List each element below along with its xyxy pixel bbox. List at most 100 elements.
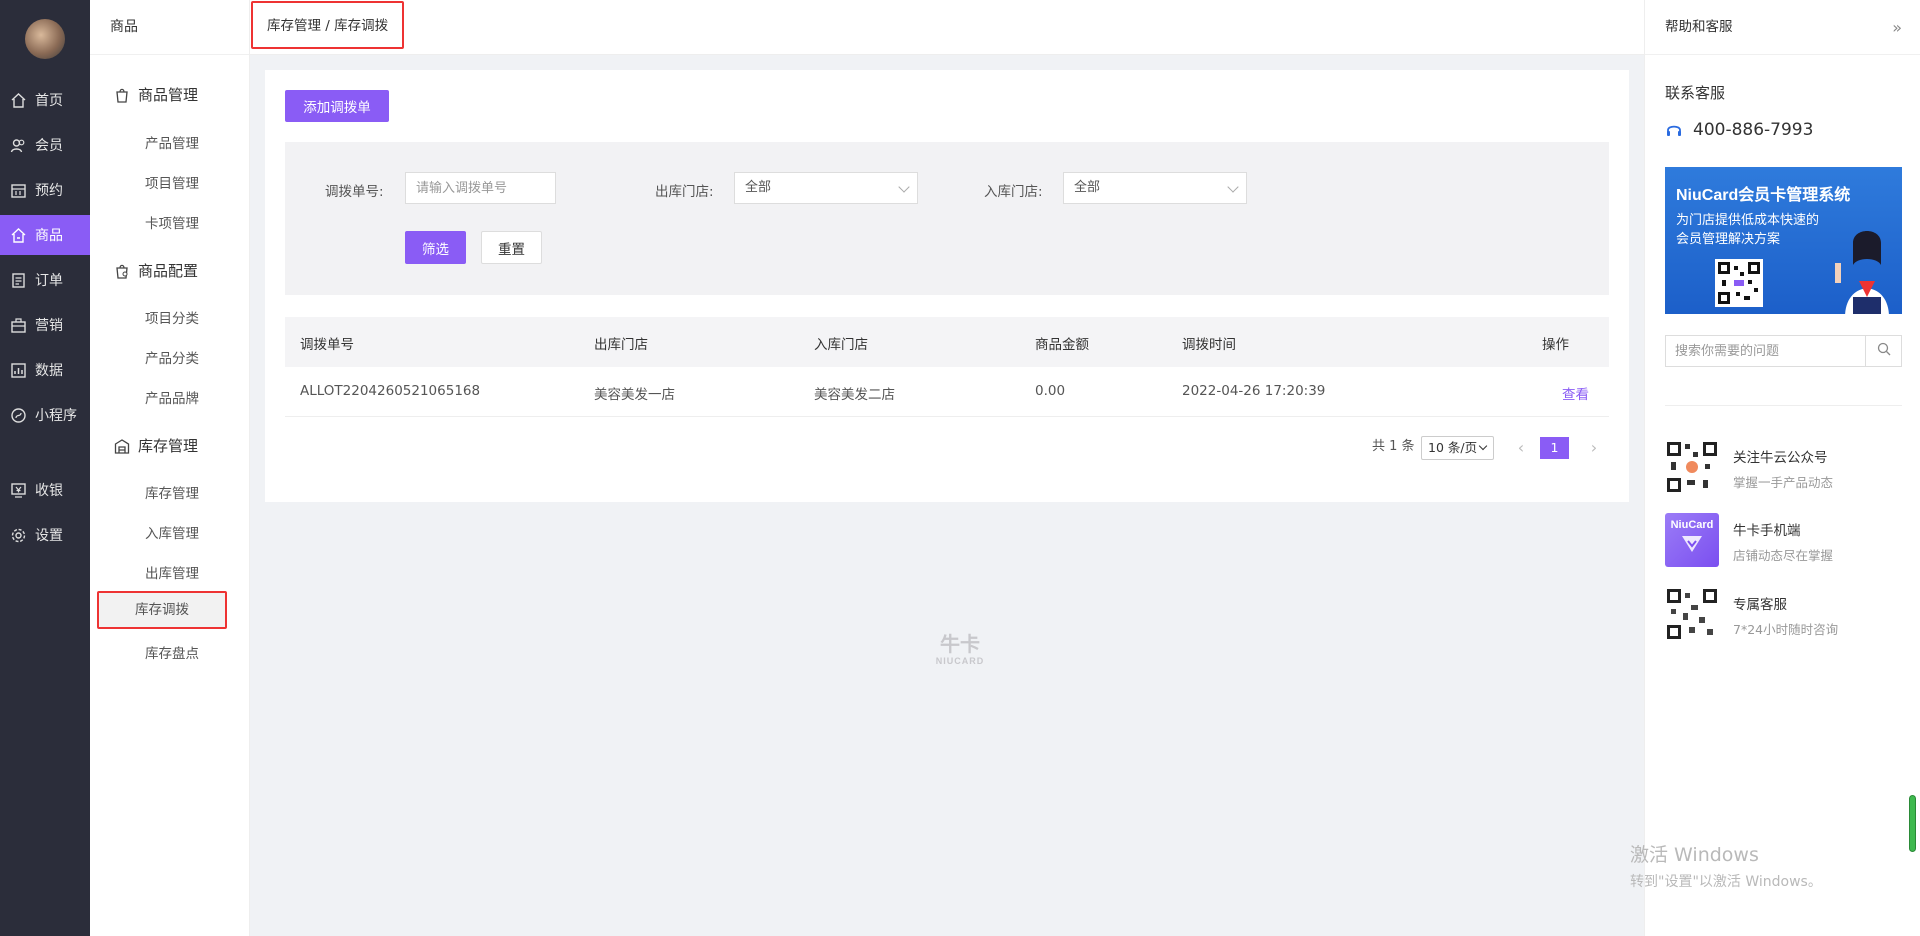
windows-activation-title: 激活 Windows [1630,844,1759,866]
col-order-no: 调拨单号 [300,337,354,353]
cell-out-store: 美容美发一店 [594,387,675,403]
help-item-wechat[interactable]: 关注牛云公众号 掌握一手产品动态 [1665,440,1905,496]
table-row: ALLOT2204260521065168 美容美发一店 美容美发二店 0.00… [285,367,1609,417]
page-number-current[interactable]: 1 [1540,437,1569,459]
subnav-item-stock-taking[interactable]: 库存盘点 [145,642,199,662]
nav-item-booking[interactable]: 预约 [0,170,90,210]
next-page-icon[interactable]: › [1587,438,1601,458]
nav-item-goods[interactable]: 商品 [0,215,90,255]
subnav-item-stock-in[interactable]: 入库管理 [145,522,199,542]
calendar-icon [9,181,27,199]
nav-item-members[interactable]: 会员 [0,125,90,165]
wechat-qr-icon [1665,440,1719,494]
gear-icon [9,526,27,544]
group-goods-management[interactable]: 商品管理 [114,84,198,105]
subnav-item-product-categories[interactable]: 产品分类 [145,347,199,367]
miniprogram-icon [9,406,27,424]
double-chevron-right-icon[interactable]: » [1892,0,1902,55]
filter-button[interactable]: 筛选 [405,231,466,264]
prev-page-icon[interactable]: ‹ [1514,438,1528,458]
in-store-label: 入库门店: [984,184,1043,200]
help-panel: 帮助和客服 » 联系客服 400-886-7993 NiuCard会员卡管理系统… [1644,0,1920,936]
scrollbar-thumb[interactable] [1909,795,1916,852]
members-icon [9,136,27,154]
subnav-item-project-categories[interactable]: 项目分类 [145,307,199,327]
niucard-promo-banner[interactable]: NiuCard会员卡管理系统 为门店提供低成本快速的会员管理解决方案 [1665,167,1902,314]
help-search-input[interactable]: 搜索你需要的问题 [1666,336,1866,366]
windows-activation-hint: 转到"设置"以激活 Windows。 [1630,874,1822,890]
help-item-title: 牛卡手机端 [1733,523,1801,539]
nav-item-label: 小程序 [35,408,77,424]
pagination-total: 共 1 条 [1372,439,1415,454]
avatar[interactable] [25,19,65,59]
nav-item-label: 商品 [35,228,63,244]
help-item-title: 关注牛云公众号 [1733,450,1828,466]
cell-amount: 0.00 [1035,383,1066,399]
out-store-label: 出库门店: [655,184,714,200]
help-item-title: 专属客服 [1733,597,1787,613]
phone-number: 400-886-7993 [1693,120,1814,140]
col-transfer-time: 调拨时间 [1182,337,1236,353]
group-title-label: 库存管理 [138,437,199,455]
subnav-item-inventory[interactable]: 库存管理 [145,482,199,502]
nav-item-settings[interactable]: 设置 [0,515,90,555]
in-store-select[interactable]: 全部 [1063,172,1247,204]
out-store-select[interactable]: 全部 [734,172,918,204]
nav-item-label: 会员 [35,138,63,154]
windows-activation-watermark: 激活 Windows 转到"设置"以激活 Windows。 [1630,840,1822,891]
breadcrumb: 库存管理 / 库存调拨 [251,1,405,49]
shopping-bag-icon [114,87,130,103]
help-item-support[interactable]: 专属客服 7*24小时随时咨询 [1665,587,1905,643]
subnav-item-stock-out[interactable]: 出库管理 [145,562,199,582]
nav-item-home[interactable]: 首页 [0,80,90,120]
warehouse-icon [114,438,130,454]
subnav-item-stock-transfer[interactable]: 库存调拨 [97,591,227,629]
banner-subtitle: 为门店提供低成本快速的会员管理解决方案 [1676,213,1820,247]
top-bar: 库存管理 / 库存调拨 [250,0,1644,55]
group-inventory-management[interactable]: 库存管理 [114,435,198,456]
home-icon [9,91,27,109]
marketing-icon [9,316,27,334]
banner-title: NiuCard会员卡管理系统 [1676,187,1851,204]
subnav-item-products[interactable]: 产品管理 [145,132,199,152]
support-phone: 400-886-7993 [1665,120,1813,140]
help-item-desc: 7*24小时随时咨询 [1733,622,1839,637]
search-button[interactable] [1865,336,1901,366]
col-amount: 商品金额 [1035,337,1089,353]
divider [1665,405,1902,406]
cell-transfer-time: 2022-04-26 17:20:39 [1182,383,1326,399]
chevron-down-icon [1227,181,1239,193]
support-qr-icon [1665,587,1719,641]
order-no-input[interactable]: 请输入调拨单号 [405,172,556,204]
help-item-mobile[interactable]: NiuCard 牛卡手机端 店铺动态尽在掌握 [1665,513,1905,569]
nav-item-label: 数据 [35,363,63,379]
nav-item-cashier[interactable]: 收银 [0,470,90,510]
group-title-label: 商品配置 [138,262,199,280]
nav-item-miniprogram[interactable]: 小程序 [0,395,90,435]
help-panel-title: 帮助和客服 [1665,19,1733,35]
group-goods-config[interactable]: 商品配置 [114,260,198,281]
help-search: 搜索你需要的问题 [1665,335,1902,367]
add-transfer-button[interactable]: 添加调拨单 [285,90,389,122]
page-size-select[interactable]: 10 条/页 [1421,436,1494,460]
nav-item-marketing[interactable]: 营销 [0,305,90,345]
chevron-down-icon [898,181,910,193]
col-in-store: 入库门店 [814,337,868,353]
subnav-item-cards[interactable]: 卡项管理 [145,212,199,232]
help-item-desc: 店铺动态尽在掌握 [1733,548,1834,563]
nav-item-orders[interactable]: 订单 [0,260,90,300]
view-link[interactable]: 查看 [1562,383,1589,403]
nav-item-data[interactable]: 数据 [0,350,90,390]
search-icon [1877,342,1891,360]
reset-button[interactable]: 重置 [481,231,542,264]
cashier-icon [9,481,27,499]
nav-item-label: 预约 [35,183,63,199]
out-store-value: 全部 [745,180,772,195]
nav-item-label: 营销 [35,318,63,334]
subnav-item-projects[interactable]: 项目管理 [145,172,199,192]
page-size-value: 10 条/页 [1428,440,1478,455]
help-item-desc: 掌握一手产品动态 [1733,475,1834,490]
subnav-item-product-brands[interactable]: 产品品牌 [145,387,199,407]
order-icon [9,271,27,289]
nav-item-label: 订单 [35,273,63,289]
